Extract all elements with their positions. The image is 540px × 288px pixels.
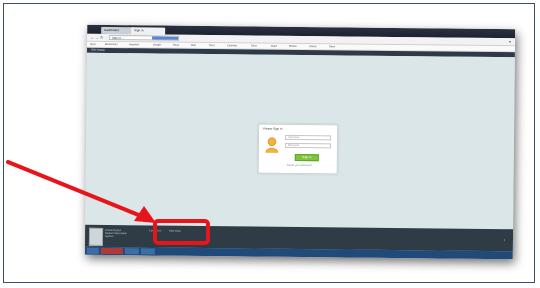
annotation-arrow [6, 160, 156, 223]
